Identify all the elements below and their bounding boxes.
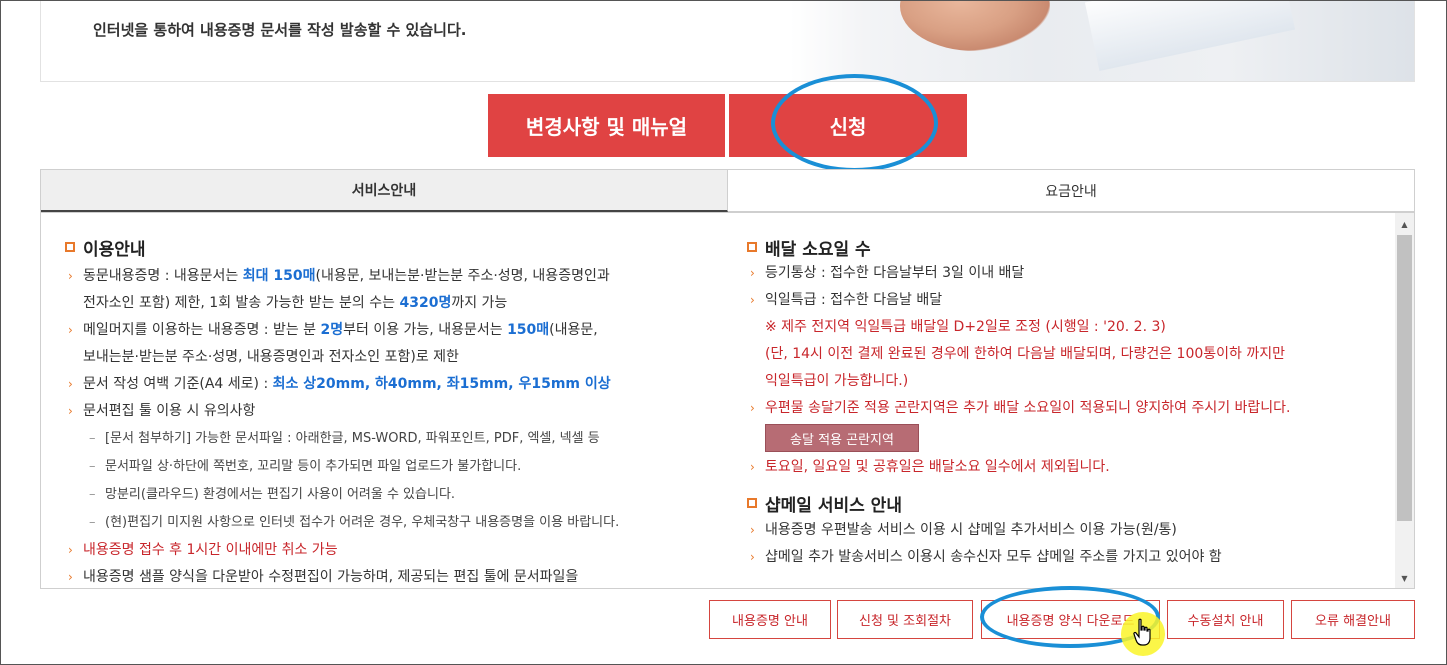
usage-column: 이용안내 › 동문내용증명 : 내용문서는 최대 150매(내용문, 보내는분·…	[65, 235, 725, 588]
scrollbar-thumb[interactable]	[1397, 235, 1412, 521]
tab-service-info[interactable]: 서비스안내	[41, 170, 728, 212]
usage-sub-item: – 망분리(클라우드) 환경에서는 편집기 사용이 어려울 수 있습니다.	[65, 481, 725, 509]
troubleshoot-button[interactable]: 오류 해결안내	[1291, 600, 1415, 639]
square-bullet-icon	[65, 242, 75, 252]
scroll-down-arrow-icon[interactable]: ▼	[1395, 569, 1414, 587]
arrow-bullet-icon: ›	[750, 550, 755, 564]
square-bullet-icon	[747, 498, 757, 508]
arrow-bullet-icon: ›	[68, 570, 73, 584]
tab-bar: 서비스안내 요금안내	[40, 169, 1415, 213]
delivery-item: › 등기통상 : 접수한 다음날부터 3일 이내 배달	[747, 260, 1387, 287]
form-download-button[interactable]: 내용증명 양식 다운로드	[981, 600, 1160, 639]
delivery-title-text: 배달 소요일 수	[765, 239, 871, 260]
content-panel: 이용안내 › 동문내용증명 : 내용문서는 최대 150매(내용문, 보내는분·…	[40, 213, 1415, 589]
usage-item: › 문서편집 툴 이용 시 유의사항	[65, 398, 725, 425]
usage-item: › 동문내용증명 : 내용문서는 최대 150매(내용문, 보내는분·받는분 주…	[65, 263, 725, 317]
arrow-bullet-icon: ›	[750, 401, 755, 415]
square-bullet-icon	[747, 242, 757, 252]
paper-image	[1084, 1, 1296, 72]
arrow-bullet-icon: ›	[68, 269, 73, 283]
scroll-up-arrow-icon[interactable]: ▲	[1395, 215, 1414, 233]
shopmail-title: 샵메일 서비스 안내	[747, 491, 1387, 516]
manual-button[interactable]: 변경사항 및 매뉴얼	[488, 94, 725, 157]
usage-title-text: 이용안내	[83, 239, 146, 260]
top-banner: 인터넷을 통하여 내용증명 문서를 작성 발송할 수 있습니다.	[40, 1, 1415, 82]
usage-sub-item: – 문서파일 상·하단에 쪽번호, 꼬리말 등이 추가되면 파일 업로드가 불가합…	[65, 453, 725, 481]
delivery-column: 배달 소요일 수 › 등기통상 : 접수한 다음날부터 3일 이내 배달 › 익…	[747, 235, 1387, 571]
usage-item: › 내용증명 샘플 양식을 다운받아 수정편집이 가능하며, 제공되는 편집 툴…	[65, 564, 725, 588]
arrow-bullet-icon: ›	[68, 404, 73, 418]
shopmail-title-text: 샵메일 서비스 안내	[765, 495, 902, 516]
arrow-bullet-icon: ›	[750, 523, 755, 537]
usage-item: › 문서 작성 여백 기준(A4 세로) : 최소 상20mm, 하40mm, …	[65, 371, 725, 398]
dash-icon: –	[89, 487, 96, 502]
tab-fee-info[interactable]: 요금안내	[728, 170, 1414, 212]
arrow-bullet-icon: ›	[68, 543, 73, 557]
difficult-area-button[interactable]: 송달 적용 곤란지역	[765, 424, 919, 452]
usage-item: › 메일머지를 이용하는 내용증명 : 받는 분 2명부터 이용 가능, 내용문…	[65, 317, 725, 371]
usage-title: 이용안내	[65, 235, 725, 260]
delivery-title: 배달 소요일 수	[747, 235, 1387, 260]
arrow-bullet-icon: ›	[750, 460, 755, 474]
cancel-notice: › 내용증명 접수 후 1시간 이내에만 취소 가능	[65, 537, 725, 564]
arrow-bullet-icon: ›	[68, 323, 73, 337]
banner-text: 인터넷을 통하여 내용증명 문서를 작성 발송할 수 있습니다.	[93, 21, 467, 39]
arrow-bullet-icon: ›	[750, 266, 755, 280]
manual-install-button[interactable]: 수동설치 안내	[1167, 600, 1284, 639]
delivery-item: › 익일특급 : 접수한 다음날 배달	[747, 287, 1387, 314]
apply-button[interactable]: 신청	[729, 94, 967, 157]
jeju-notice-detail: (단, 14시 이전 결제 완료된 경우에 한하여 다음날 배달되며, 다량건은…	[765, 346, 1286, 362]
jeju-notice: ※ 제주 전지역 익일특급 배달일 D+2일로 조정 (시행일 : '20. 2…	[765, 319, 1166, 335]
arrow-bullet-icon: ›	[68, 377, 73, 391]
dash-icon: –	[89, 515, 96, 530]
dash-icon: –	[89, 431, 96, 446]
hand-image	[900, 1, 1050, 51]
usage-sub-item: – [문서 첨부하기] 가능한 문서파일 : 아래한글, MS-WORD, 파워포…	[65, 425, 725, 453]
guide-button[interactable]: 내용증명 안내	[709, 600, 831, 639]
procedure-button[interactable]: 신청 및 조회절차	[837, 600, 973, 639]
usage-sub-item: – (현)편집기 미지원 사항으로 인터넷 접수가 어려운 경우, 우체국창구 내…	[65, 509, 725, 537]
shopmail-item: › 내용증명 우편발송 서비스 이용 시 샵메일 추가서비스 이용 가능(원/통…	[747, 517, 1387, 544]
holiday-notice: › 토요일, 일요일 및 공휴일은 배달소요 일수에서 제외됩니다.	[747, 454, 1387, 481]
vertical-scrollbar[interactable]: ▲ ▼	[1395, 213, 1414, 588]
delivery-notice: › 우편물 송달기준 적용 곤란지역은 추가 배달 소요일이 적용되니 양지하여…	[747, 395, 1387, 422]
dash-icon: –	[89, 459, 96, 474]
arrow-bullet-icon: ›	[750, 293, 755, 307]
shopmail-item: › 샵메일 추가 발송서비스 이용시 송수신자 모두 샵메일 주소를 가지고 있…	[747, 544, 1387, 571]
jeju-notice-detail: 익일특급이 가능합니다.)	[765, 373, 909, 389]
banner-image	[790, 1, 1414, 81]
